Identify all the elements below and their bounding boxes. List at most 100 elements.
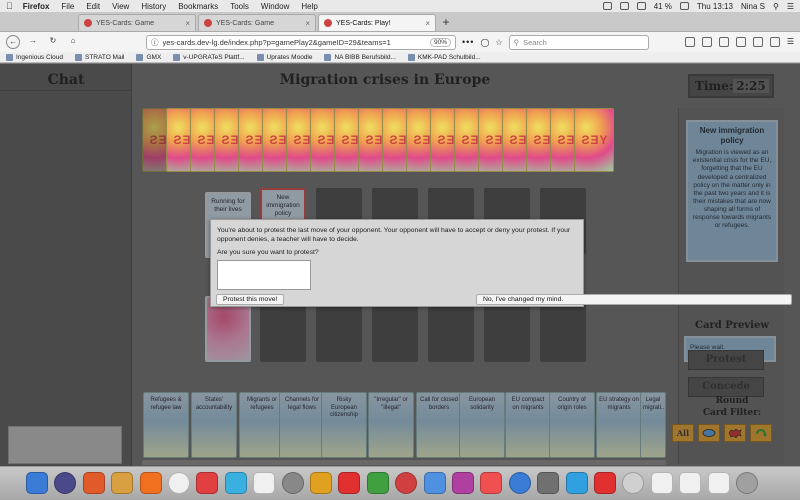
browser-tab[interactable]: YES-Cards: Game × — [198, 14, 316, 31]
pocket-icon[interactable]: ◯ — [480, 38, 489, 47]
sidebar-icon[interactable] — [701, 37, 712, 47]
dock-app-icon[interactable] — [338, 472, 361, 494]
card-deck[interactable]: YES YES YES YES YES YES YES YES YES YES YES YES YES Y… — [142, 108, 616, 172]
bookmark-label: v-UPGRATeS Plattf... — [183, 53, 245, 61]
volume-icon[interactable] — [636, 2, 646, 10]
url-text[interactable]: yes-cards.dev-lg.de/index.php?p=gamePlay… — [163, 38, 426, 47]
menubar-clock[interactable]: Thu 13:13 — [697, 2, 733, 11]
dock-app-icon[interactable] — [622, 472, 645, 494]
browser-navbar: ← → ↻ ⌂ ⓘ yes-cards.dev-lg.de/index.php?… — [0, 32, 800, 52]
screenshot-icon[interactable] — [735, 37, 746, 47]
menu-tools[interactable]: Tools — [230, 2, 249, 11]
close-icon[interactable]: × — [185, 19, 190, 28]
addon-icon[interactable] — [752, 37, 763, 47]
dock-app-icon[interactable] — [452, 472, 474, 494]
bookmark-item[interactable]: Ingenious Cloud — [6, 53, 63, 61]
bookmark-item[interactable]: v-UPGRATeS Plattf... — [173, 53, 245, 61]
dock-app-icon[interactable] — [224, 472, 247, 494]
dock-app-icon[interactable] — [139, 472, 162, 494]
bookmark-favicon-icon — [256, 53, 264, 61]
bookmark-star-icon[interactable]: ☆ — [495, 38, 502, 47]
bookmark-label: Uprates Moodle — [266, 53, 313, 61]
url-bar[interactable]: ⓘ yes-cards.dev-lg.de/index.php?p=gamePl… — [146, 34, 456, 50]
dock-app-icon[interactable] — [26, 472, 48, 494]
dock-app-icon[interactable] — [537, 472, 560, 494]
page-actions-icon[interactable]: ••• — [462, 37, 474, 47]
dock-app-icon[interactable] — [168, 472, 190, 494]
dock-app-icon[interactable] — [395, 472, 418, 494]
menu-history[interactable]: History — [141, 2, 166, 11]
menu-file[interactable]: File — [61, 2, 74, 11]
wifi-icon[interactable] — [619, 2, 629, 10]
reader-icon[interactable] — [769, 37, 780, 47]
dialog-question: Are you sure you want to protest? — [217, 249, 319, 257]
zoom-level[interactable]: 90% — [429, 37, 451, 47]
menu-help[interactable]: Help — [301, 2, 317, 11]
info-icon[interactable]: ⓘ — [151, 37, 159, 48]
bookmark-label: KMK-PAD Schulbild... — [417, 53, 481, 61]
menu-list-icon[interactable]: ☰ — [787, 2, 794, 11]
menu-edit[interactable]: Edit — [86, 2, 100, 11]
deck-card-label: YES — [580, 133, 608, 147]
bookmark-item[interactable]: KMK-PAD Schulbild... — [407, 53, 481, 61]
search-bar[interactable]: ⚲ Search — [508, 34, 649, 50]
tab-title: YES-Cards: Play! — [336, 19, 391, 27]
menubar-user[interactable]: Nina S — [741, 2, 765, 11]
forward-arrow-icon[interactable]: → — [26, 35, 40, 49]
hamburger-menu-icon[interactable]: ☰ — [787, 37, 794, 47]
tab-title: YES-Cards: Game — [96, 19, 154, 27]
search-icon[interactable]: ⚲ — [773, 2, 779, 11]
dock-app-icon[interactable] — [707, 472, 730, 494]
deck-card-back[interactable]: YES — [574, 108, 614, 172]
dock-app-icon[interactable] — [54, 472, 77, 494]
dock-app-icon[interactable] — [281, 472, 304, 494]
browser-tab-strip: YES-Cards: Game × YES-Cards: Game × YES-… — [0, 12, 800, 32]
bookmark-item[interactable]: GMX — [136, 53, 161, 61]
dock-app-icon[interactable] — [480, 472, 503, 494]
protest-reason-input[interactable] — [217, 259, 311, 290]
bookmark-item[interactable]: Uprates Moodle — [256, 53, 313, 61]
close-icon[interactable]: × — [425, 19, 430, 28]
back-arrow-icon[interactable]: ← — [6, 35, 20, 49]
bookmark-label: STRATO Mail — [84, 53, 125, 61]
dock-app-icon[interactable] — [565, 472, 588, 494]
dock-app-icon[interactable] — [82, 472, 105, 494]
dropbox-icon[interactable] — [602, 2, 612, 10]
library-icon[interactable] — [684, 37, 695, 47]
browser-tab-active[interactable]: YES-Cards: Play! × — [318, 14, 436, 31]
reload-icon[interactable]: ↻ — [46, 35, 60, 49]
home-icon[interactable]: ⌂ — [66, 35, 80, 49]
toolbar-icons: ☰ — [684, 37, 794, 47]
dock-app-icon[interactable] — [196, 472, 219, 494]
bookmark-favicon-icon — [6, 53, 13, 61]
bookmarks-bar: Ingenious Cloud STRATO Mail GMX v-UPGRAT… — [0, 52, 800, 63]
battery-percent[interactable]: 41 % — [654, 2, 672, 11]
new-tab-button[interactable]: + — [438, 14, 454, 31]
confirm-protest-button[interactable]: Protest this move! — [216, 294, 285, 305]
extension-icon[interactable] — [718, 37, 729, 47]
bookmark-favicon-icon — [324, 53, 332, 61]
dock-app-icon[interactable] — [310, 472, 332, 494]
dock-app-icon[interactable] — [594, 472, 616, 494]
tab-favicon-icon — [204, 19, 212, 27]
close-icon[interactable]: × — [305, 19, 310, 28]
battery-icon[interactable] — [679, 2, 689, 10]
bookmark-item[interactable]: NA BIBB Berufsbild... — [324, 53, 396, 61]
browser-tab[interactable]: YES-Cards: Game × — [78, 14, 196, 31]
menu-view[interactable]: View — [112, 2, 129, 11]
dock-app-icon[interactable] — [423, 472, 446, 494]
dock-app-icon[interactable] — [111, 472, 134, 494]
bookmark-item[interactable]: STRATO Mail — [74, 53, 125, 61]
dock-app-icon[interactable] — [650, 472, 673, 494]
dock-app-icon[interactable] — [508, 472, 531, 494]
apple-icon[interactable]:  — [6, 1, 13, 11]
menu-bookmarks[interactable]: Bookmarks — [178, 2, 218, 11]
dock-app-icon[interactable] — [679, 472, 702, 494]
menu-window[interactable]: Window — [261, 2, 289, 11]
dock-app-icon[interactable] — [253, 472, 276, 494]
cancel-protest-button[interactable]: No, I've changed my mind. — [476, 294, 792, 305]
menu-app-name[interactable]: Firefox — [23, 2, 50, 11]
macos-dock — [0, 466, 800, 500]
dock-app-icon[interactable] — [736, 472, 758, 494]
dock-app-icon[interactable] — [366, 472, 389, 494]
